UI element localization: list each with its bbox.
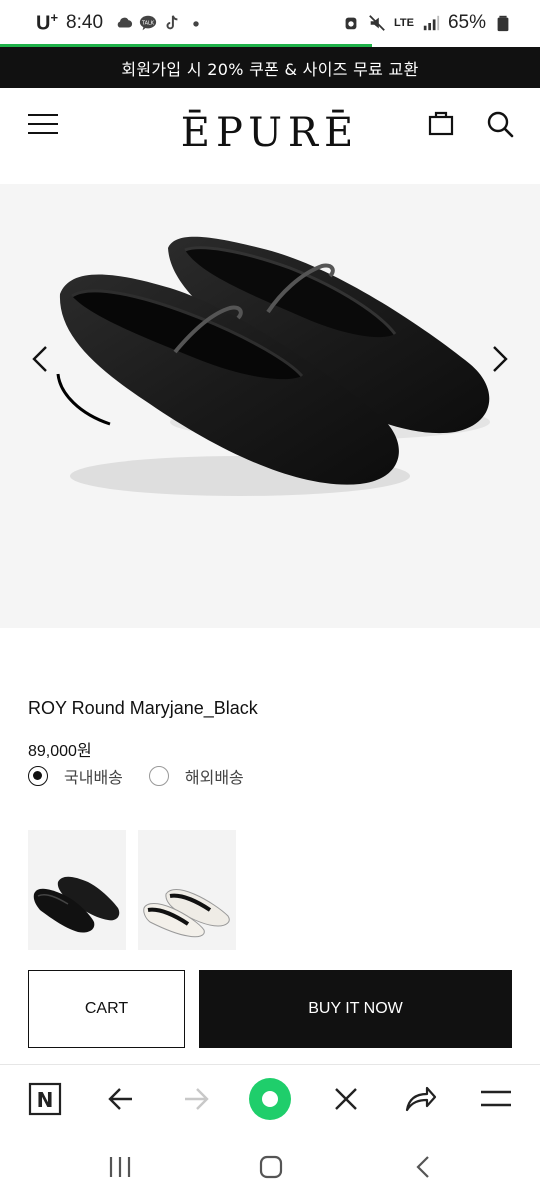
battery-icon	[497, 15, 509, 32]
carousel-prev-icon[interactable]	[28, 341, 54, 377]
shipping-option-domestic[interactable]: 국내배송	[28, 764, 123, 788]
home-button[interactable]	[256, 1152, 286, 1182]
system-nav-bar	[0, 1134, 540, 1200]
talk-icon: TALK	[139, 15, 157, 31]
product-image	[56, 236, 490, 496]
announcement-bar[interactable]: 회원가입 시 20% 쿠폰 & 사이즈 무료 교환	[0, 47, 540, 88]
shipping-option-label: 해외배송	[184, 768, 244, 787]
status-bar: U+ 8:40 TALK LTE 65%	[0, 0, 540, 46]
naver-n-icon: N	[28, 1082, 62, 1116]
menu-icon	[481, 1090, 511, 1107]
green-dot-icon	[249, 1078, 291, 1120]
buy-now-button[interactable]: BUY IT NOW	[199, 970, 512, 1048]
naver-home-button[interactable]: N	[27, 1081, 63, 1117]
share-button[interactable]	[402, 1081, 438, 1117]
home-icon	[259, 1155, 283, 1179]
network-label: LTE	[394, 16, 414, 29]
radio-overseas[interactable]	[148, 766, 169, 786]
recents-button[interactable]	[105, 1152, 135, 1182]
chevron-left-icon	[416, 1156, 429, 1178]
arrow-right-icon	[185, 1088, 209, 1110]
shipping-option-label: 국내배송	[64, 768, 123, 787]
search-icon[interactable]	[486, 110, 514, 138]
shipping-option-overseas[interactable]: 해외배송	[148, 764, 244, 788]
carrier-label: U+	[36, 10, 59, 35]
site-logo[interactable]: ĒPURĒ	[0, 110, 540, 156]
battery-label: 65%	[447, 12, 486, 33]
variant-thumbnail-mesh-black[interactable]	[28, 830, 126, 950]
mute-icon	[369, 15, 385, 31]
cloud-icon	[117, 17, 133, 28]
browser-toolbar: N	[0, 1064, 540, 1134]
signal-icon	[423, 15, 440, 31]
svg-text:TALK: TALK	[141, 20, 155, 26]
forward-button[interactable]	[178, 1081, 214, 1117]
alarm-icon	[345, 17, 357, 30]
radio-domestic[interactable]	[28, 766, 48, 786]
arrow-left-icon	[108, 1088, 132, 1110]
site-header: ĒPURĒ	[0, 88, 540, 184]
dot-icon	[193, 21, 199, 27]
close-tab-button[interactable]	[328, 1081, 364, 1117]
share-icon	[405, 1086, 437, 1112]
carousel-next-icon[interactable]	[486, 341, 512, 377]
variant-image	[143, 889, 230, 938]
product-title: ROY Round Maryjane_Black	[28, 698, 258, 718]
recents-icon	[109, 1157, 131, 1177]
status-time: 8:40	[66, 12, 104, 33]
back-button[interactable]	[103, 1081, 139, 1117]
tiktok-icon	[166, 15, 178, 30]
browser-menu-button[interactable]	[478, 1081, 514, 1117]
variant-image	[33, 876, 120, 933]
shopping-bag-icon[interactable]	[428, 110, 454, 136]
product-price: 89,000원	[28, 743, 92, 760]
green-dot-button[interactable]	[248, 1077, 292, 1121]
close-icon	[335, 1088, 357, 1110]
product-image-carousel[interactable]	[0, 184, 540, 628]
system-back-button[interactable]	[408, 1152, 438, 1182]
variant-thumbnail-white[interactable]	[138, 830, 236, 950]
add-to-cart-button[interactable]: CART	[28, 970, 185, 1048]
shipping-options: 국내배송 해외배송	[28, 764, 270, 788]
svg-text:N: N	[37, 1088, 54, 1112]
